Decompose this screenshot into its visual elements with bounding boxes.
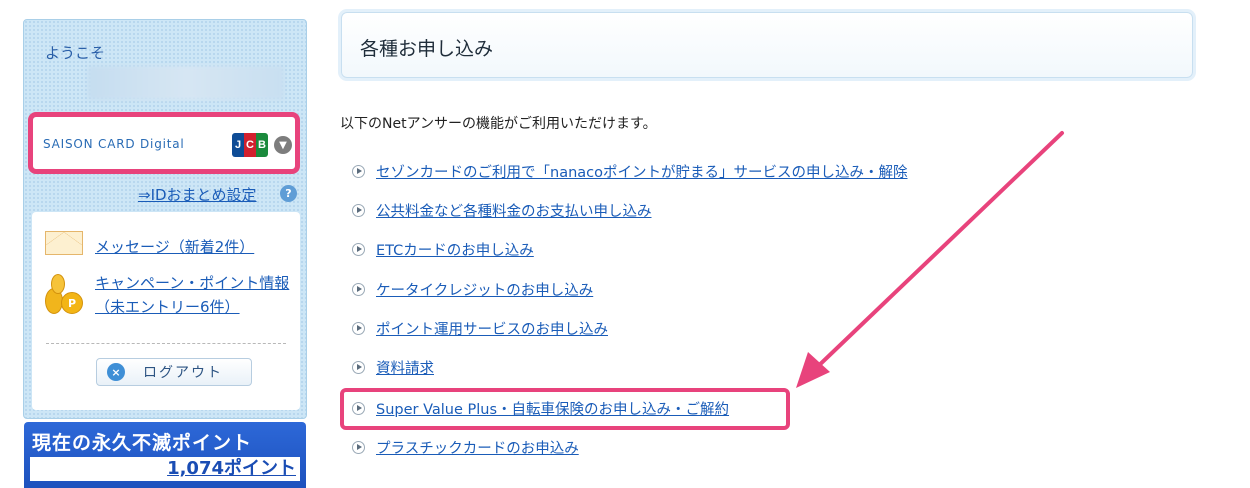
annotation-arrow-icon xyxy=(796,131,1064,388)
arrow-shaft xyxy=(810,131,1064,374)
